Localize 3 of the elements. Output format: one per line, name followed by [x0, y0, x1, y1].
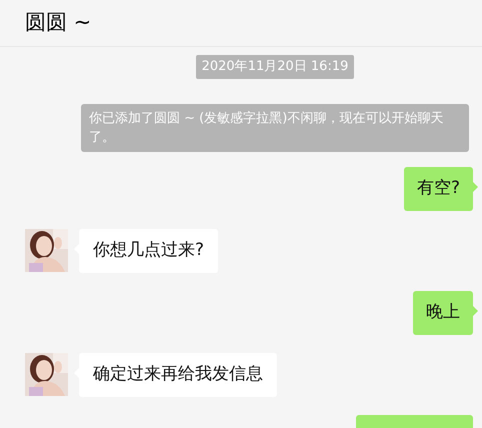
timestamp: 2020年11月20日 16:19 [196, 55, 354, 78]
system-message: 你已添加了圆圆 ~ (发敏感字拉黑)不闲聊，现在可以开始聊天了。 [81, 104, 469, 152]
chat-title: 圆圆 ~ [25, 9, 92, 36]
